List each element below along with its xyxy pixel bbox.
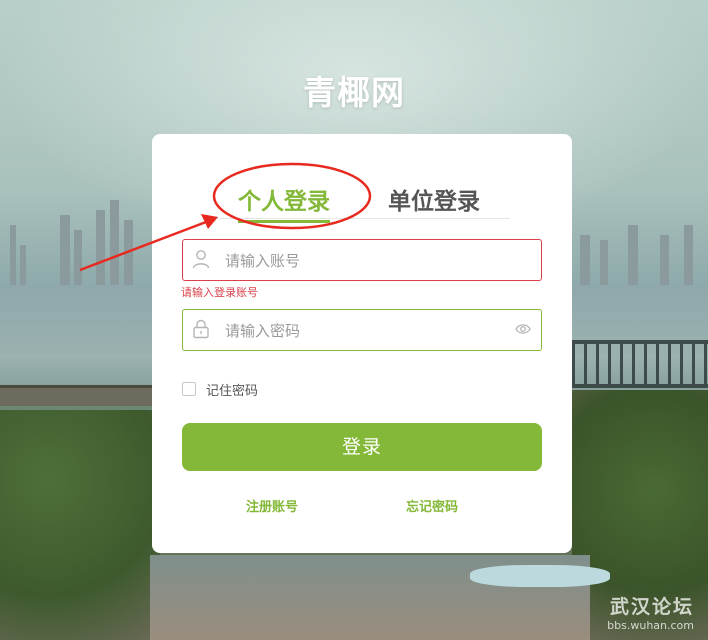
login-button[interactable]: 登录 [182,423,542,471]
tab-personal-login[interactable]: 个人登录 [238,182,330,223]
bridge-left [0,385,160,406]
trees-left [0,410,160,640]
user-icon [192,250,210,269]
account-input[interactable] [223,240,517,282]
forgot-password-link[interactable]: 忘记密码 [406,496,458,515]
bridge-right [572,340,708,388]
building [110,200,119,285]
login-card: 个人登录 单位登录 请输入登录账号 记住密码 登录 注册账号 忘记密码 [152,134,572,553]
building [660,235,669,285]
account-error-message: 请输入登录账号 [181,286,258,299]
account-field [182,239,542,282]
pool [470,565,610,587]
building [580,235,590,285]
tab-unit-login[interactable]: 单位登录 [388,182,480,216]
watermark-main: 武汉论坛 [609,596,694,618]
watermark-sub: bbs.wuhan.com [607,619,694,632]
building [96,210,105,285]
remember-checkbox[interactable] [182,382,196,396]
site-title: 青椰网 [303,73,405,112]
building [20,245,26,285]
eye-icon[interactable] [515,322,531,336]
building [600,240,608,285]
building [10,225,16,285]
building [628,225,638,285]
building [74,230,82,285]
remember-label: 记住密码 [206,384,259,399]
lock-icon [193,319,209,339]
register-link[interactable]: 注册账号 [246,496,298,515]
building [684,225,693,285]
password-input[interactable] [223,310,517,352]
building [124,220,133,285]
password-field [182,309,542,352]
watermark: 武汉论坛 bbs.wuhan.com [607,592,694,632]
login-tabs: 个人登录 单位登录 [214,182,510,223]
building [60,215,70,285]
